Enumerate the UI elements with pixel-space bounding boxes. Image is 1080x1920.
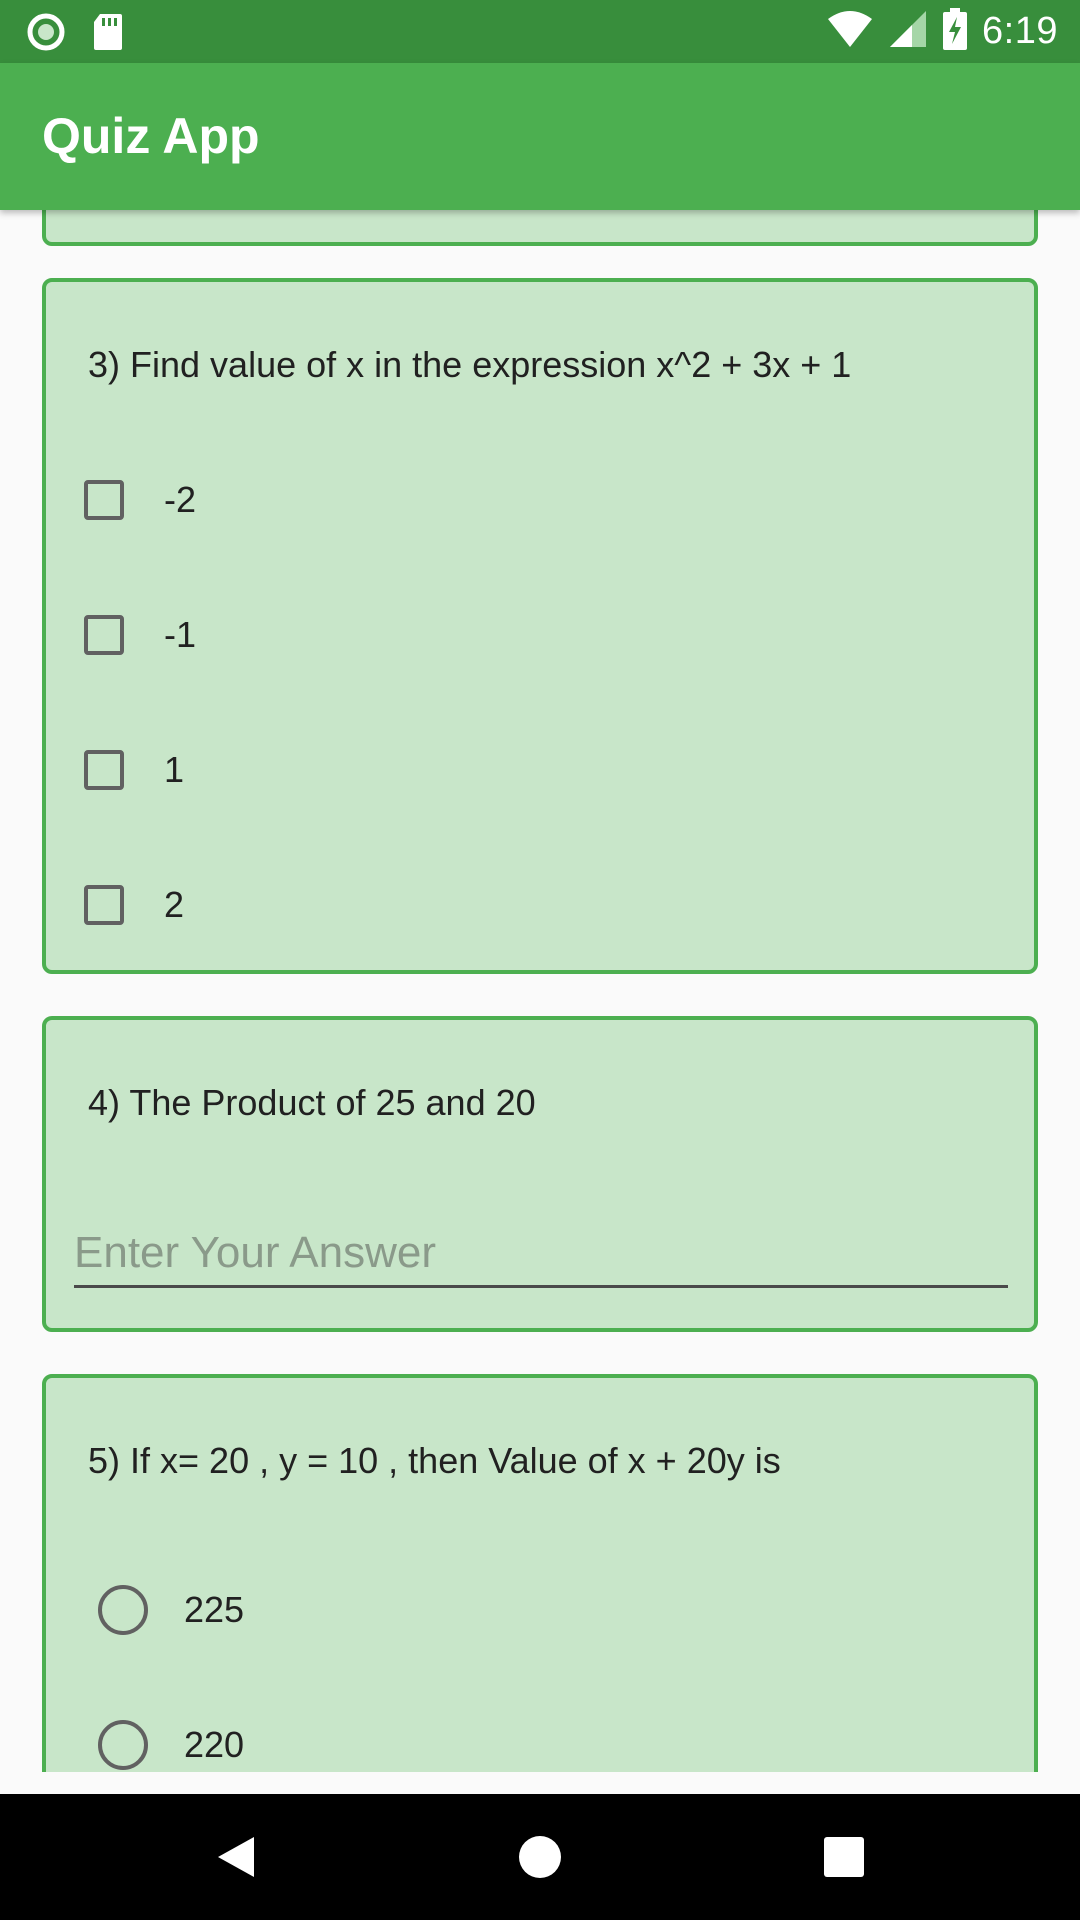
question-card-4: 4) The Product of 25 and 20: [42, 1016, 1038, 1332]
signal-icon: [888, 9, 928, 54]
navigation-bar: [0, 1794, 1080, 1920]
question-5-text: 5) If x= 20 , y = 10 , then Value of x +…: [88, 1440, 781, 1481]
option-q3-1[interactable]: -2: [80, 460, 196, 540]
back-icon[interactable]: [176, 1794, 296, 1920]
option-q3-3[interactable]: 1: [80, 730, 184, 810]
checkbox[interactable]: [84, 480, 124, 520]
option-label: -2: [164, 479, 197, 520]
answer-input[interactable]: [74, 1220, 1008, 1288]
home-icon[interactable]: [480, 1794, 600, 1920]
radio-button[interactable]: [98, 1585, 148, 1635]
option-label: 220: [184, 1724, 245, 1765]
radio-button[interactable]: [98, 1720, 148, 1770]
status-bar: 6:19: [0, 0, 1080, 63]
option-q5-1[interactable]: 225: [80, 1570, 244, 1650]
question-card-5: 5) If x= 20 , y = 10 , then Value of x +…: [42, 1374, 1038, 1772]
question-card-3: 3) Find value of x in the expression x^2…: [42, 278, 1038, 974]
option-label: 225: [184, 1589, 245, 1630]
checkbox[interactable]: [84, 615, 124, 655]
status-time: 6:19: [982, 10, 1058, 52]
battery-charging-icon: [942, 8, 968, 55]
checkbox[interactable]: [84, 750, 124, 790]
wifi-icon: [826, 9, 874, 54]
sd-card-icon: [92, 0, 124, 63]
option-q5-2[interactable]: 220: [80, 1705, 244, 1772]
recents-icon[interactable]: [784, 1794, 904, 1920]
quiz-scroll-area[interactable]: 3) Find value of x in the expression x^2…: [0, 210, 1080, 1772]
question-4-text: 4) The Product of 25 and 20: [88, 1082, 536, 1123]
app-bar: Quiz App: [0, 63, 1080, 210]
app-title: Quiz App: [42, 108, 260, 164]
option-q3-2[interactable]: -1: [80, 595, 196, 675]
checkbox[interactable]: [84, 885, 124, 925]
option-label: 1: [164, 749, 185, 790]
notification-circle-icon: [26, 0, 66, 63]
option-q3-4[interactable]: 2: [80, 865, 184, 945]
question-3-text: 3) Find value of x in the expression x^2…: [88, 344, 852, 385]
question-card-previous: [42, 210, 1038, 246]
option-label: 2: [164, 884, 185, 925]
option-label: -1: [164, 614, 197, 655]
status-right-group: 6:19: [826, 0, 1058, 63]
